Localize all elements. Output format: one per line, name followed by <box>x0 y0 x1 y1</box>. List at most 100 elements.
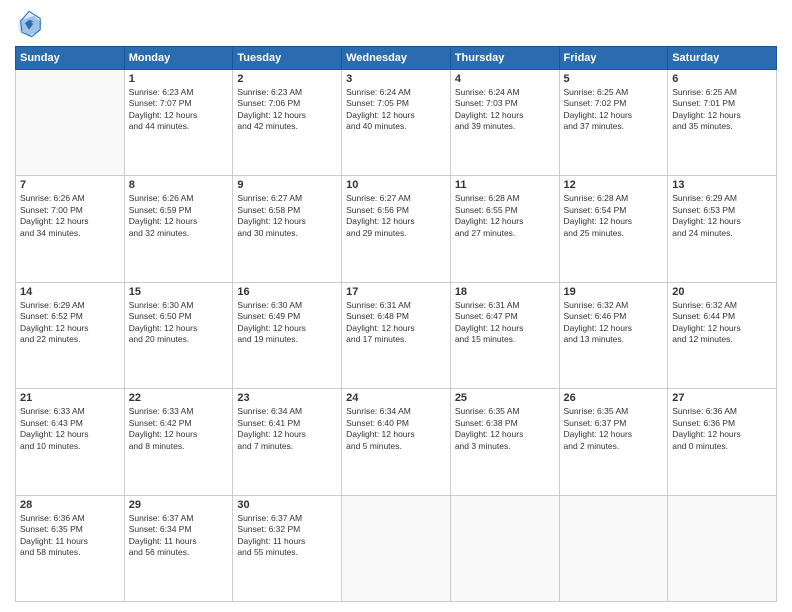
weekday-header: Tuesday <box>233 47 342 70</box>
day-info: Sunrise: 6:25 AM Sunset: 7:02 PM Dayligh… <box>564 87 664 133</box>
day-number: 28 <box>20 499 120 511</box>
day-info: Sunrise: 6:28 AM Sunset: 6:55 PM Dayligh… <box>455 193 555 239</box>
calendar-day-cell: 10 Sunrise: 6:27 AM Sunset: 6:56 PM Dayli… <box>342 176 451 282</box>
day-info: Sunrise: 6:27 AM Sunset: 6:58 PM Dayligh… <box>237 193 337 239</box>
calendar-day-cell: 8 Sunrise: 6:26 AM Sunset: 6:59 PM Daylig… <box>124 176 233 282</box>
day-info: Sunrise: 6:23 AM Sunset: 7:07 PM Dayligh… <box>129 87 229 133</box>
calendar-day-cell: 9 Sunrise: 6:27 AM Sunset: 6:58 PM Daylig… <box>233 176 342 282</box>
day-info: Sunrise: 6:35 AM Sunset: 6:38 PM Dayligh… <box>455 406 555 452</box>
day-number: 9 <box>237 179 337 191</box>
day-number: 12 <box>564 179 664 191</box>
day-number: 11 <box>455 179 555 191</box>
day-number: 14 <box>20 286 120 298</box>
day-info: Sunrise: 6:26 AM Sunset: 7:00 PM Dayligh… <box>20 193 120 239</box>
day-number: 5 <box>564 73 664 85</box>
calendar-table: SundayMondayTuesdayWednesdayThursdayFrid… <box>15 46 777 602</box>
calendar-day-cell: 15Sunrise: 6:30 AM Sunset: 6:50 PM Dayli… <box>124 282 233 388</box>
weekday-header: Wednesday <box>342 47 451 70</box>
calendar-day-cell: 25 Sunrise: 6:35 AM Sunset: 6:38 PM Dayli… <box>450 389 559 495</box>
day-number: 3 <box>346 73 446 85</box>
day-info: Sunrise: 6:35 AM Sunset: 6:37 PM Dayligh… <box>564 406 664 452</box>
page: SundayMondayTuesdayWednesdayThursdayFrid… <box>0 0 792 612</box>
day-info: Sunrise: 6:37 AM Sunset: 6:34 PM Dayligh… <box>129 513 229 559</box>
day-info: Sunrise: 6:26 AM Sunset: 6:59 PM Dayligh… <box>129 193 229 239</box>
calendar-day-cell: 30 Sunrise: 6:37 AM Sunset: 6:32 PM Dayli… <box>233 495 342 601</box>
calendar-day-cell: 11 Sunrise: 6:28 AM Sunset: 6:55 PM Dayli… <box>450 176 559 282</box>
day-info: Sunrise: 6:36 AM Sunset: 6:36 PM Dayligh… <box>672 406 772 452</box>
day-info: Sunrise: 6:28 AM Sunset: 6:54 PM Dayligh… <box>564 193 664 239</box>
calendar-day-cell: 13 Sunrise: 6:29 AM Sunset: 6:53 PM Dayli… <box>668 176 777 282</box>
calendar-day-cell: 1 Sunrise: 6:23 AM Sunset: 7:07 PM Daylig… <box>124 70 233 176</box>
calendar-day-cell: 16Sunrise: 6:30 AM Sunset: 6:49 PM Dayli… <box>233 282 342 388</box>
calendar-day-cell <box>559 495 668 601</box>
day-number: 27 <box>672 392 772 404</box>
calendar-day-cell <box>16 70 125 176</box>
day-number: 6 <box>672 73 772 85</box>
calendar-day-cell: 19 Sunrise: 6:32 AM Sunset: 6:46 PM Dayli… <box>559 282 668 388</box>
calendar-day-cell: 7 Sunrise: 6:26 AM Sunset: 7:00 PM Daylig… <box>16 176 125 282</box>
calendar-week-row: 28Sunrise: 6:36 AM Sunset: 6:35 PM Dayli… <box>16 495 777 601</box>
header <box>15 10 777 38</box>
day-number: 1 <box>129 73 229 85</box>
calendar-week-row: 21 Sunrise: 6:33 AM Sunset: 6:43 PM Dayli… <box>16 389 777 495</box>
day-number: 19 <box>564 286 664 298</box>
day-number: 23 <box>237 392 337 404</box>
day-number: 29 <box>129 499 229 511</box>
day-info: Sunrise: 6:32 AM Sunset: 6:46 PM Dayligh… <box>564 300 664 346</box>
day-info: Sunrise: 6:34 AM Sunset: 6:41 PM Dayligh… <box>237 406 337 452</box>
day-number: 13 <box>672 179 772 191</box>
calendar-day-cell: 22 Sunrise: 6:33 AM Sunset: 6:42 PM Dayli… <box>124 389 233 495</box>
weekday-header: Sunday <box>16 47 125 70</box>
day-number: 25 <box>455 392 555 404</box>
day-number: 18 <box>455 286 555 298</box>
day-number: 24 <box>346 392 446 404</box>
calendar-day-cell <box>668 495 777 601</box>
day-info: Sunrise: 6:33 AM Sunset: 6:43 PM Dayligh… <box>20 406 120 452</box>
day-info: Sunrise: 6:23 AM Sunset: 7:06 PM Dayligh… <box>237 87 337 133</box>
calendar-day-cell: 23 Sunrise: 6:34 AM Sunset: 6:41 PM Dayli… <box>233 389 342 495</box>
calendar-week-row: 14 Sunrise: 6:29 AM Sunset: 6:52 PM Dayli… <box>16 282 777 388</box>
day-info: Sunrise: 6:27 AM Sunset: 6:56 PM Dayligh… <box>346 193 446 239</box>
weekday-header-row: SundayMondayTuesdayWednesdayThursdayFrid… <box>16 47 777 70</box>
day-info: Sunrise: 6:30 AM Sunset: 6:50 PM Dayligh… <box>129 300 229 346</box>
calendar-day-cell: 2Sunrise: 6:23 AM Sunset: 7:06 PM Daylig… <box>233 70 342 176</box>
calendar-day-cell: 26 Sunrise: 6:35 AM Sunset: 6:37 PM Dayli… <box>559 389 668 495</box>
day-info: Sunrise: 6:37 AM Sunset: 6:32 PM Dayligh… <box>237 513 337 559</box>
day-info: Sunrise: 6:33 AM Sunset: 6:42 PM Dayligh… <box>129 406 229 452</box>
day-info: Sunrise: 6:29 AM Sunset: 6:52 PM Dayligh… <box>20 300 120 346</box>
calendar-day-cell: 14 Sunrise: 6:29 AM Sunset: 6:52 PM Dayli… <box>16 282 125 388</box>
calendar-day-cell: 28Sunrise: 6:36 AM Sunset: 6:35 PM Dayli… <box>16 495 125 601</box>
day-info: Sunrise: 6:24 AM Sunset: 7:03 PM Dayligh… <box>455 87 555 133</box>
day-number: 30 <box>237 499 337 511</box>
weekday-header: Friday <box>559 47 668 70</box>
calendar-day-cell: 6 Sunrise: 6:25 AM Sunset: 7:01 PM Daylig… <box>668 70 777 176</box>
logo <box>15 10 47 38</box>
day-info: Sunrise: 6:31 AM Sunset: 6:48 PM Dayligh… <box>346 300 446 346</box>
calendar-day-cell: 12 Sunrise: 6:28 AM Sunset: 6:54 PM Dayli… <box>559 176 668 282</box>
calendar-day-cell: 24 Sunrise: 6:34 AM Sunset: 6:40 PM Dayli… <box>342 389 451 495</box>
day-info: Sunrise: 6:24 AM Sunset: 7:05 PM Dayligh… <box>346 87 446 133</box>
day-info: Sunrise: 6:29 AM Sunset: 6:53 PM Dayligh… <box>672 193 772 239</box>
weekday-header: Thursday <box>450 47 559 70</box>
weekday-header: Monday <box>124 47 233 70</box>
calendar-day-cell: 27 Sunrise: 6:36 AM Sunset: 6:36 PM Dayli… <box>668 389 777 495</box>
day-info: Sunrise: 6:34 AM Sunset: 6:40 PM Dayligh… <box>346 406 446 452</box>
weekday-header: Saturday <box>668 47 777 70</box>
day-number: 10 <box>346 179 446 191</box>
day-info: Sunrise: 6:31 AM Sunset: 6:47 PM Dayligh… <box>455 300 555 346</box>
day-number: 8 <box>129 179 229 191</box>
day-number: 26 <box>564 392 664 404</box>
day-info: Sunrise: 6:30 AM Sunset: 6:49 PM Dayligh… <box>237 300 337 346</box>
day-number: 4 <box>455 73 555 85</box>
calendar-week-row: 7 Sunrise: 6:26 AM Sunset: 7:00 PM Daylig… <box>16 176 777 282</box>
day-number: 22 <box>129 392 229 404</box>
calendar-day-cell: 4 Sunrise: 6:24 AM Sunset: 7:03 PM Daylig… <box>450 70 559 176</box>
logo-icon <box>15 10 43 38</box>
day-number: 21 <box>20 392 120 404</box>
day-number: 20 <box>672 286 772 298</box>
calendar-day-cell: 29 Sunrise: 6:37 AM Sunset: 6:34 PM Dayli… <box>124 495 233 601</box>
day-info: Sunrise: 6:25 AM Sunset: 7:01 PM Dayligh… <box>672 87 772 133</box>
day-number: 7 <box>20 179 120 191</box>
calendar-day-cell: 21 Sunrise: 6:33 AM Sunset: 6:43 PM Dayli… <box>16 389 125 495</box>
day-number: 17 <box>346 286 446 298</box>
